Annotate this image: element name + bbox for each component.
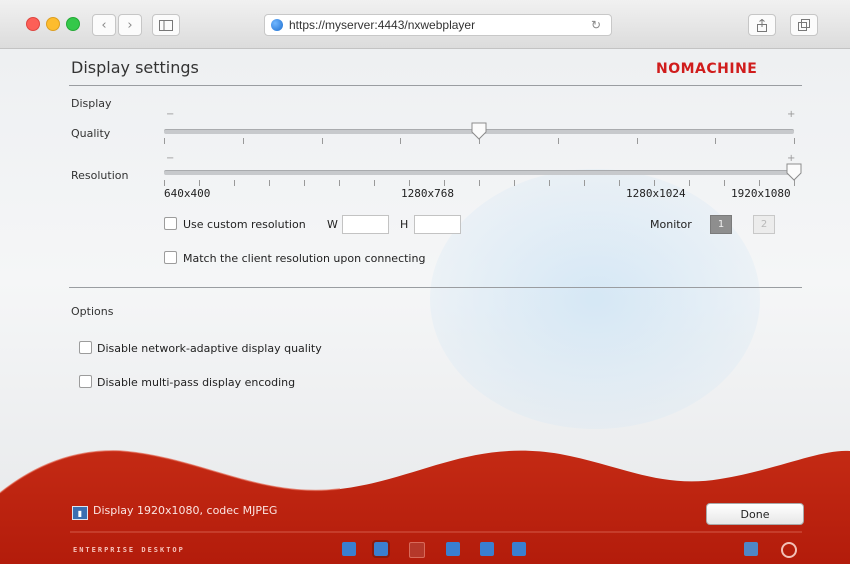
display-settings-icon[interactable] bbox=[372, 540, 390, 558]
page-title: Display settings bbox=[71, 58, 199, 77]
chevron-left-icon: ‹ bbox=[101, 17, 107, 33]
height-label: H bbox=[400, 218, 409, 231]
resolution-slider-track[interactable] bbox=[164, 170, 794, 175]
divider bbox=[69, 85, 802, 86]
resolution-tick bbox=[759, 180, 760, 186]
resolution-tick bbox=[689, 180, 690, 186]
resolution-tick bbox=[444, 180, 445, 186]
match-resolution-label: Match the client resolution upon connect… bbox=[183, 252, 426, 265]
quality-tick bbox=[243, 138, 244, 144]
resolution-tick bbox=[269, 180, 270, 186]
audio-icon[interactable] bbox=[409, 542, 425, 558]
resolution-tick-label: 640x400 bbox=[164, 187, 211, 200]
resolution-tick bbox=[374, 180, 375, 186]
zoom-window-button[interactable] bbox=[66, 17, 80, 31]
resolution-tick bbox=[619, 180, 620, 186]
forward-button[interactable]: › bbox=[118, 14, 142, 36]
enterprise-desktop-brand: ENTERPRISE DESKTOP bbox=[73, 546, 185, 554]
connection-icon[interactable] bbox=[512, 542, 526, 556]
multipass-checkbox[interactable] bbox=[79, 375, 92, 388]
reload-icon[interactable]: ↻ bbox=[591, 18, 601, 32]
network-adaptive-checkbox[interactable] bbox=[79, 341, 92, 354]
status-text: Display 1920x1080, codec MJPEG bbox=[93, 504, 278, 517]
resolution-tick bbox=[514, 180, 515, 186]
share-button[interactable] bbox=[748, 14, 776, 36]
resolution-slider-thumb[interactable] bbox=[786, 163, 802, 181]
address-bar[interactable]: https://myserver:4443/nxwebplayer ↻ bbox=[264, 14, 612, 36]
display-settings-page: Display settings NOMACHINE Display Quali… bbox=[0, 49, 850, 564]
chevron-right-icon: › bbox=[127, 17, 133, 33]
resolution-tick-label: 1920x1080 bbox=[731, 187, 791, 200]
sidebar-icon bbox=[159, 19, 173, 31]
display-icon: ▮ bbox=[72, 506, 88, 520]
quality-min-icon: − bbox=[166, 109, 175, 120]
divider bbox=[69, 287, 802, 288]
options-heading: Options bbox=[71, 305, 114, 318]
tabs-icon bbox=[798, 19, 810, 31]
width-label: W bbox=[327, 218, 338, 231]
resolution-tick-label: 1280x1024 bbox=[626, 187, 686, 200]
nomachine-logo: NOMACHINE bbox=[656, 61, 758, 77]
resolution-tick bbox=[479, 180, 480, 186]
minimize-window-button[interactable] bbox=[46, 17, 60, 31]
monitor-2-button[interactable]: 2 bbox=[753, 215, 775, 234]
quality-tick bbox=[637, 138, 638, 144]
custom-resolution-checkbox[interactable] bbox=[164, 217, 177, 230]
quality-tick bbox=[322, 138, 323, 144]
fullscreen-icon[interactable] bbox=[446, 542, 460, 556]
resolution-min-icon: − bbox=[166, 153, 175, 164]
multipass-label: Disable multi-pass display encoding bbox=[97, 376, 296, 389]
resolution-tick bbox=[549, 180, 550, 186]
resolution-tick bbox=[724, 180, 725, 186]
url-text: https://myserver:4443/nxwebplayer bbox=[289, 18, 476, 32]
resolution-tick bbox=[339, 180, 340, 186]
height-field[interactable] bbox=[414, 215, 461, 234]
custom-resolution-label: Use custom resolution bbox=[183, 218, 306, 231]
resolution-tick bbox=[304, 180, 305, 186]
quality-tick bbox=[715, 138, 716, 144]
tabs-button[interactable] bbox=[790, 14, 818, 36]
resolution-tick bbox=[584, 180, 585, 186]
display-heading: Display bbox=[71, 97, 112, 110]
quality-tick bbox=[558, 138, 559, 144]
resolution-tick bbox=[654, 180, 655, 186]
quality-tick bbox=[794, 138, 795, 144]
quality-slider-thumb[interactable] bbox=[471, 122, 487, 140]
resolution-tick bbox=[164, 180, 165, 186]
resolution-tick bbox=[199, 180, 200, 186]
quality-tick bbox=[400, 138, 401, 144]
close-window-button[interactable] bbox=[26, 17, 40, 31]
monitor-1-button[interactable]: 1 bbox=[710, 215, 732, 234]
globe-icon bbox=[271, 19, 283, 31]
match-resolution-checkbox[interactable] bbox=[164, 251, 177, 264]
width-field[interactable] bbox=[342, 215, 389, 234]
resolution-tick bbox=[234, 180, 235, 186]
quality-label: Quality bbox=[71, 127, 111, 140]
back-button[interactable]: ‹ bbox=[92, 14, 116, 36]
sidebar-button[interactable] bbox=[152, 14, 180, 36]
browser-toolbar: ‹ › https://myserver:4443/nxwebplayer ↻ bbox=[0, 0, 850, 49]
monitor-label: Monitor bbox=[650, 218, 692, 231]
footer-wave bbox=[0, 450, 850, 564]
done-button[interactable]: Done bbox=[706, 503, 804, 525]
resolution-tick-label: 1280x768 bbox=[401, 187, 454, 200]
share-icon bbox=[757, 18, 767, 32]
resolution-tick bbox=[409, 180, 410, 186]
connections-list-icon[interactable] bbox=[744, 542, 758, 556]
quality-tick bbox=[164, 138, 165, 144]
quality-max-icon: + bbox=[787, 109, 796, 120]
network-adaptive-label: Disable network-adaptive display quality bbox=[97, 342, 322, 355]
resolution-label: Resolution bbox=[71, 169, 129, 182]
menu-icon[interactable] bbox=[342, 542, 356, 556]
power-icon[interactable] bbox=[781, 542, 797, 558]
devices-icon[interactable] bbox=[480, 542, 494, 556]
